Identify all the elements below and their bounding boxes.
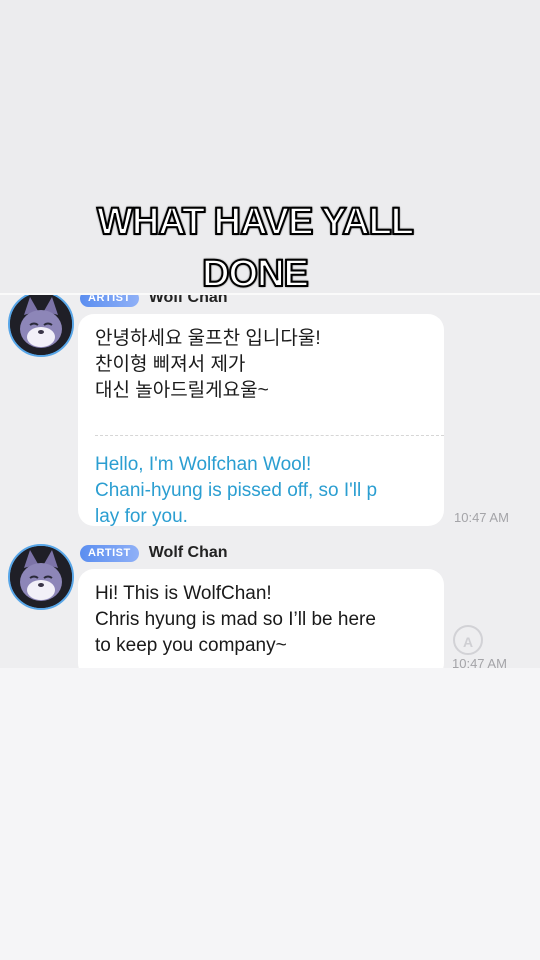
message-header: ARTIST Wolf Chan: [80, 543, 228, 563]
chat-area[interactable]: ARTIST Wolf Chan 안녕하세요 울프찬 입니다울! 찬이형 삐져서…: [0, 295, 540, 668]
avatar[interactable]: [8, 544, 74, 610]
sender-name: Wolf Chan: [148, 295, 228, 306]
message-original-text: 안녕하세요 울프찬 입니다울! 찬이형 삐져서 제가 대신 놀아드릴게요울~: [95, 328, 321, 401]
avatar[interactable]: [8, 295, 74, 357]
wolf-avatar-icon: [10, 295, 72, 355]
message-header: ARTIST Wolf Chan: [80, 295, 228, 308]
artist-badge: ARTIST: [80, 544, 139, 562]
message-time: 10:47 AM: [454, 510, 509, 525]
overlay-caption: WHAT HAVE YALL DONE: [96, 200, 415, 296]
wolf-avatar-icon: [10, 546, 72, 608]
message-bubble[interactable]: Hi! This is WolfChan! Chris hyung is mad…: [78, 569, 444, 668]
message-translation-text: Hello, I'm Wolfchan Wool! Chani-hyung is…: [95, 454, 378, 527]
translate-icon[interactable]: A: [453, 625, 483, 655]
artist-badge: ARTIST: [80, 295, 139, 307]
translation-divider: [95, 435, 444, 436]
message-time: 10:47 AM: [452, 656, 507, 668]
message-bubble[interactable]: 안녕하세요 울프찬 입니다울! 찬이형 삐져서 제가 대신 놀아드릴게요울~ H…: [78, 314, 444, 527]
sender-name: Wolf Chan: [148, 544, 228, 561]
message-text: Hi! This is WolfChan! Chris hyung is mad…: [95, 583, 376, 656]
blank-bottom-area: [0, 668, 540, 960]
